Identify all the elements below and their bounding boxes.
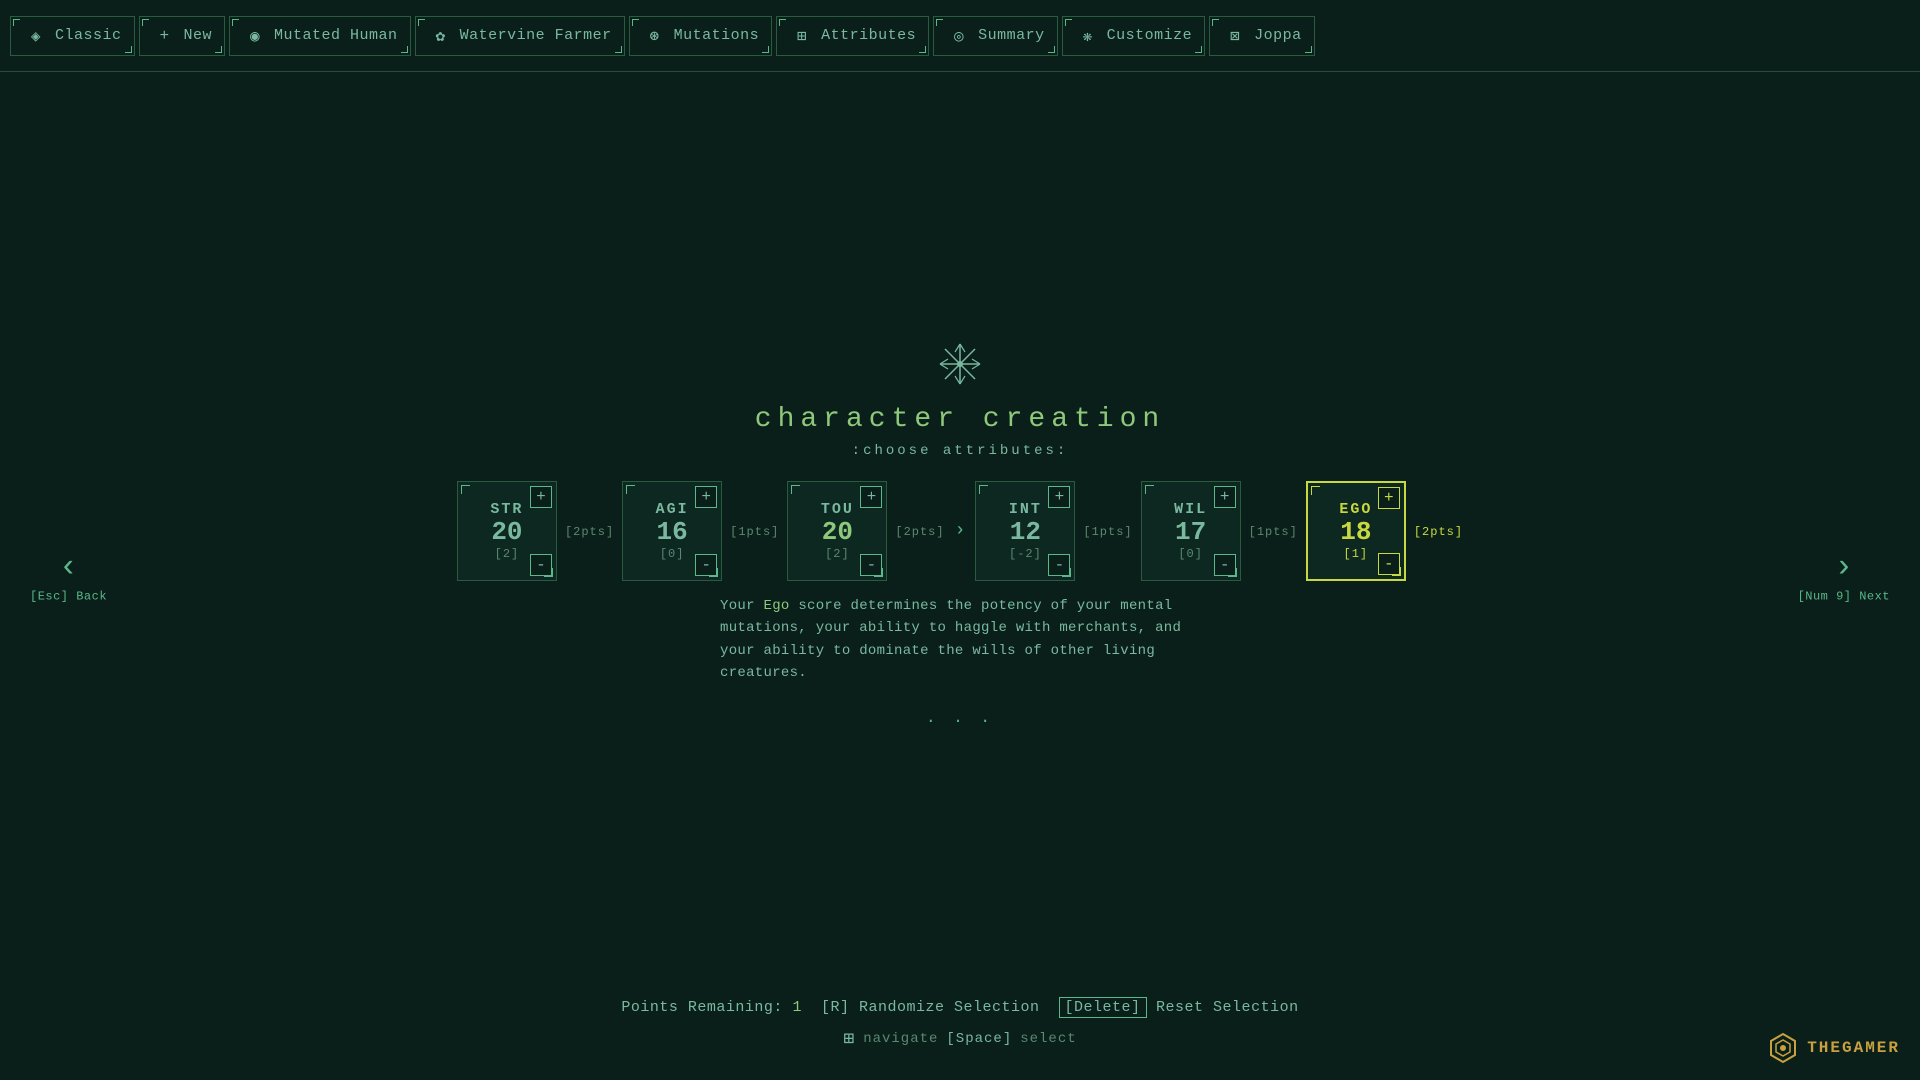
nav-label-new: New [184, 27, 213, 44]
joppa-icon: ⊠ [1222, 23, 1248, 49]
watermark-text: THEGAMER [1807, 1039, 1900, 1057]
back-nav[interactable]: ‹ [Esc] Back [30, 549, 107, 604]
attr-card-ego[interactable]: + EGO 18 [1] - [1306, 481, 1406, 581]
page-subtitle: :choose attributes: [852, 443, 1069, 459]
str-label: STR [490, 501, 523, 518]
attr-card-agi[interactable]: + AGI 16 [0] - [622, 481, 722, 581]
ego-pts: [2pts] [1414, 525, 1463, 539]
nav-item-mutated-human[interactable]: ◉ Mutated Human [229, 16, 411, 56]
tou-plus-button[interactable]: + [860, 486, 882, 508]
customize-icon: ❋ [1075, 23, 1101, 49]
agi-label: AGI [656, 501, 689, 518]
right-arrow-icon: › [1834, 549, 1853, 586]
wil-pts: [1pts] [1249, 525, 1298, 539]
ego-minus-button[interactable]: - [1378, 553, 1400, 575]
new-icon: + [152, 23, 178, 49]
nav-label-attributes: Attributes [821, 27, 916, 44]
points-info: Points Remaining: 1 [R] Randomize Select… [621, 999, 1298, 1016]
str-pts: [2pts] [565, 525, 614, 539]
next-nav[interactable]: › [Num 9] Next [1798, 549, 1890, 604]
nav-item-classic[interactable]: ◈ Classic [10, 16, 135, 56]
nav-label-watervine-farmer: Watervine Farmer [460, 27, 612, 44]
logo-icon [938, 342, 982, 396]
nav-item-mutations[interactable]: ⊛ Mutations [629, 16, 773, 56]
watermark-icon [1767, 1032, 1799, 1064]
str-minus-button[interactable]: - [530, 554, 552, 576]
tou-minus-button[interactable]: - [860, 554, 882, 576]
attribute-description: Your Ego score determines the potency of… [720, 595, 1200, 685]
left-arrow-icon: ‹ [59, 549, 78, 586]
attributes-row: + STR 20 [2] - [2pts] + AGI 16 [0] - [1p… [457, 481, 1463, 581]
tou-value: 20 [822, 518, 853, 547]
nav-label-customize: Customize [1107, 27, 1193, 44]
ego-plus-button[interactable]: + [1378, 487, 1400, 509]
int-delta: [-2] [1009, 547, 1042, 561]
desc-highlight: Ego [764, 598, 790, 614]
character-creation-panel: character creation :choose attributes: +… [457, 342, 1463, 731]
agi-pts: [1pts] [730, 525, 779, 539]
mutated-human-icon: ◉ [242, 23, 268, 49]
wil-label: WIL [1174, 501, 1207, 518]
wil-minus-button[interactable]: - [1214, 554, 1236, 576]
int-plus-button[interactable]: + [1048, 486, 1070, 508]
bottom-bar: Points Remaining: 1 [R] Randomize Select… [0, 999, 1920, 1050]
desc-prefix: Your [720, 598, 764, 614]
navigate-label: navigate [863, 1031, 938, 1047]
main-content: ‹ [Esc] Back › [Num 9] Next [0, 72, 1920, 1080]
str-plus-button[interactable]: + [530, 486, 552, 508]
nav-label-classic: Classic [55, 27, 122, 44]
int-label: INT [1009, 501, 1042, 518]
ego-delta: [1] [1344, 547, 1369, 561]
back-label: [Esc] Back [30, 590, 107, 604]
attr-card-wil[interactable]: + WIL 17 [0] - [1141, 481, 1241, 581]
gamepad-icon: ⊞ [843, 1028, 855, 1050]
attr-card-int[interactable]: + INT 12 [-2] - [975, 481, 1075, 581]
loading-indicator: · · · [926, 712, 994, 730]
wil-plus-button[interactable]: + [1214, 486, 1236, 508]
nav-hint: ⊞ navigate [Space] select [843, 1028, 1076, 1050]
attr-card-tou[interactable]: + TOU 20 [2] - [787, 481, 887, 581]
classic-icon: ◈ [23, 23, 49, 49]
select-label: select [1020, 1031, 1076, 1047]
nav-label-mutated-human: Mutated Human [274, 27, 398, 44]
nav-item-customize[interactable]: ❋ Customize [1062, 16, 1206, 56]
nav-label-summary: Summary [978, 27, 1045, 44]
nav-label-joppa: Joppa [1254, 27, 1302, 44]
tou-pts: [2pts] [895, 525, 944, 539]
int-pts: [1pts] [1083, 525, 1132, 539]
select-key: [Space] [946, 1031, 1012, 1047]
nav-item-joppa[interactable]: ⊠ Joppa [1209, 16, 1315, 56]
summary-icon: ◎ [946, 23, 972, 49]
attr-card-str[interactable]: + STR 20 [2] - [457, 481, 557, 581]
agi-value: 16 [657, 518, 688, 547]
int-value: 12 [1010, 518, 1041, 547]
nav-item-attributes[interactable]: ⊞ Attributes [776, 16, 929, 56]
ego-label: EGO [1339, 501, 1372, 518]
str-delta: [2] [495, 547, 520, 561]
points-remaining-text: Points Remaining: 1 [R] Randomize Select… [621, 997, 1298, 1018]
tou-delta: [2] [825, 547, 850, 561]
nav-label-mutations: Mutations [674, 27, 760, 44]
agi-minus-button[interactable]: - [695, 554, 717, 576]
watermark: THEGAMER [1767, 1032, 1900, 1064]
int-minus-button[interactable]: - [1048, 554, 1070, 576]
attr-arrow: › [953, 521, 968, 541]
wil-value: 17 [1175, 518, 1206, 547]
nav-item-new[interactable]: + New [139, 16, 226, 56]
ego-value: 18 [1340, 518, 1371, 547]
attributes-icon: ⊞ [789, 23, 815, 49]
desc-suffix: score determines the potency of your men… [720, 598, 1181, 681]
nav-item-summary[interactable]: ◎ Summary [933, 16, 1058, 56]
mutations-icon: ⊛ [642, 23, 668, 49]
page-title: character creation [755, 404, 1165, 435]
watervine-icon: ✿ [428, 23, 454, 49]
agi-delta: [0] [660, 547, 685, 561]
agi-plus-button[interactable]: + [695, 486, 717, 508]
next-label: [Num 9] Next [1798, 590, 1890, 604]
wil-delta: [0] [1178, 547, 1203, 561]
nav-item-watervine-farmer[interactable]: ✿ Watervine Farmer [415, 16, 625, 56]
tou-label: TOU [821, 501, 854, 518]
top-navigation: ◈ Classic + New ◉ Mutated Human ✿ Waterv… [0, 0, 1920, 72]
str-value: 20 [491, 518, 522, 547]
